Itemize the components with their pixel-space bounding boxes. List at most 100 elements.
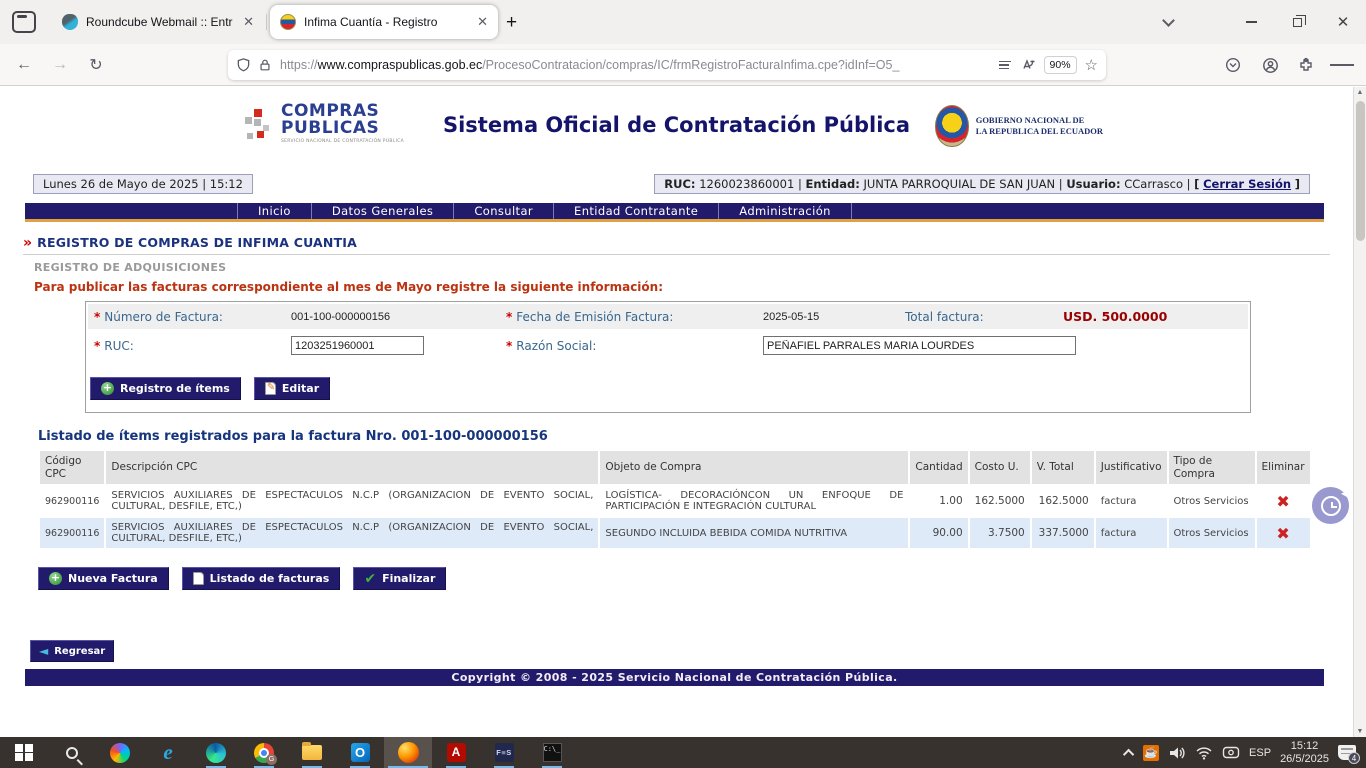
firefox-view-icon[interactable] <box>12 11 36 33</box>
table-row: 962900116 SERVICIOS AUXILIARES DE ESPECT… <box>40 518 1310 548</box>
subsection-title: REGISTRO DE ADQUISICIONES <box>34 261 1353 274</box>
business-name-input[interactable] <box>763 336 1076 355</box>
invoice-list-button[interactable]: Listado de facturas <box>182 567 341 590</box>
vertical-scrollbar[interactable]: ▲ ▼ <box>1353 87 1366 737</box>
back-icon[interactable]: ← <box>12 53 36 77</box>
shield-icon[interactable] <box>236 57 251 73</box>
taskbar-internet-explorer-button[interactable]: e <box>144 737 192 768</box>
col-costo-u: Costo U. <box>970 451 1030 484</box>
tab-infima-cuantia-active[interactable]: Infima Cuantía - Registro ✕ <box>270 5 498 39</box>
translate-icon[interactable] <box>1020 57 1036 73</box>
extensions-icon[interactable] <box>1294 53 1318 77</box>
taskbar-fes-app-button[interactable]: F≡S <box>480 737 528 768</box>
back-arrow-icon: ◄ <box>39 645 48 657</box>
new-invoice-button[interactable]: + Nueva Factura <box>38 567 169 590</box>
edit-pencil-icon <box>265 382 276 395</box>
window-minimize-button[interactable] <box>1228 0 1274 44</box>
taskbar-outlook-button[interactable]: O <box>336 737 384 768</box>
nav-item-datos-generales[interactable]: Datos Generales <box>311 203 453 219</box>
floating-timer-widget[interactable] <box>1312 487 1349 524</box>
window-restore-button[interactable] <box>1274 0 1320 44</box>
delete-item-icon[interactable]: ✖ <box>1262 492 1305 511</box>
firefox-icon <box>398 742 419 763</box>
edit-button[interactable]: Editar <box>254 377 330 400</box>
taskbar-clock[interactable]: 15:12 26/5/2025 <box>1280 740 1329 766</box>
nav-item-consultar[interactable]: Consultar <box>453 203 553 219</box>
window-close-button[interactable]: ✕ <box>1320 0 1366 44</box>
reload-icon[interactable]: ↻ <box>84 53 108 77</box>
total-value: USD. 500.0000 <box>1063 309 1167 324</box>
bookmark-star-icon[interactable]: ☆ <box>1085 56 1098 74</box>
zoom-level-badge[interactable]: 90% <box>1044 56 1077 74</box>
taskbar-terminal-button[interactable]: C:\_ <box>528 737 576 768</box>
document-icon <box>193 572 204 585</box>
notifications-icon[interactable]: 4 <box>1338 745 1356 760</box>
scroll-down-icon[interactable]: ▼ <box>1354 728 1366 735</box>
taskbar-chrome-button[interactable]: G <box>240 737 288 768</box>
register-items-button[interactable]: + Registro de ítems <box>90 377 241 400</box>
taskbar-edge-button[interactable] <box>192 737 240 768</box>
gov-text-line1: GOBIERNO NACIONAL DE <box>976 115 1103 126</box>
col-v-total: V. Total <box>1032 451 1094 484</box>
internet-explorer-icon: e <box>163 740 172 765</box>
taskbar-firefox-button[interactable] <box>384 737 432 768</box>
url-text[interactable]: https://www.compraspublicas.gob.ec/Proce… <box>280 58 999 72</box>
reader-mode-icon[interactable] <box>999 59 1011 72</box>
taskbar-acrobat-button[interactable]: A <box>432 737 480 768</box>
ruc-input[interactable] <box>291 336 424 355</box>
taskbar-search-button[interactable] <box>48 737 96 768</box>
button-label: Listado de facturas <box>210 572 330 585</box>
invoice-number-value: 001-100-000000156 <box>291 311 390 323</box>
tab-title: Roundcube Webmail :: Entrada <box>86 15 233 29</box>
volume-icon[interactable] <box>1168 745 1186 761</box>
start-button[interactable] <box>0 737 48 768</box>
nav-item-administracion[interactable]: Administración <box>718 203 852 219</box>
account-icon[interactable] <box>1258 53 1282 77</box>
cell-codigo: 962900116 <box>40 486 104 516</box>
url-host: www.compraspublicas.gob.ec <box>318 58 483 72</box>
cell-cantidad: 1.00 <box>910 486 967 516</box>
scrollbar-thumb[interactable] <box>1356 101 1365 241</box>
tab-close-icon[interactable]: ✕ <box>243 14 254 30</box>
info-row: Lunes 26 de Mayo de 2025 | 15:12 RUC: 12… <box>33 174 1310 194</box>
back-button[interactable]: ◄ Regresar <box>30 640 114 662</box>
ruc-field-label: RUC: <box>104 339 134 353</box>
entity-value: JUNTA PARROQUIAL DE SAN JUAN <box>863 177 1055 191</box>
col-eliminar: Eliminar <box>1257 451 1310 484</box>
col-tipo-compra: Tipo de Compra <box>1169 451 1255 484</box>
cell-costo: 3.7500 <box>970 518 1030 548</box>
nav-item-inicio[interactable]: Inicio <box>237 203 311 219</box>
section-header: » REGISTRO DE COMPRAS DE INFIMA CUANTIA <box>23 232 1330 255</box>
session-box: RUC: 1260023860001 | Entidad: JUNTA PARR… <box>654 174 1310 194</box>
taskbar-file-explorer-button[interactable] <box>288 737 336 768</box>
new-tab-button[interactable]: + <box>506 12 517 34</box>
tab-roundcube-webmail[interactable]: Roundcube Webmail :: Entrada ✕ <box>52 5 264 39</box>
finish-button[interactable]: ✔ Finalizar <box>353 567 446 590</box>
delete-item-icon[interactable]: ✖ <box>1262 524 1305 543</box>
government-logo: GOBIERNO NACIONAL DE LA REPUBLICA DEL EC… <box>935 105 1103 147</box>
scroll-up-icon[interactable]: ▲ <box>1354 89 1366 96</box>
taskbar-copilot-button[interactable] <box>96 737 144 768</box>
tab-close-icon[interactable]: ✕ <box>477 14 488 30</box>
forward-icon[interactable]: → <box>48 53 72 77</box>
col-cantidad: Cantidad <box>910 451 967 484</box>
terminal-icon: C:\_ <box>543 743 562 762</box>
tab-list-dropdown-button[interactable] <box>1145 0 1191 44</box>
instruction-text: Para publicar las facturas correspondien… <box>34 280 1353 294</box>
invoice-form: *Número de Factura: 001-100-000000156 *F… <box>85 301 1251 413</box>
language-indicator[interactable]: ESP <box>1249 747 1271 759</box>
url-bar[interactable]: https://www.compraspublicas.gob.ec/Proce… <box>228 50 1106 80</box>
cell-objeto: SEGUNDO INCLUIDA BEBIDA COMIDA NUTRITIVA <box>600 518 908 548</box>
pocket-icon[interactable] <box>1221 53 1245 77</box>
wifi-icon[interactable] <box>1195 746 1213 760</box>
cell-codigo: 962900116 <box>40 518 104 548</box>
java-tray-icon[interactable]: ☕ <box>1143 745 1159 761</box>
menu-icon[interactable] <box>1330 53 1354 77</box>
nav-item-entidad-contratante[interactable]: Entidad Contratante <box>553 203 718 219</box>
table-row: 962900116 SERVICIOS AUXILIARES DE ESPECT… <box>40 486 1310 516</box>
meet-now-icon[interactable] <box>1222 745 1240 760</box>
cell-descripcion: SERVICIOS AUXILIARES DE ESPECTACULOS N.C… <box>106 518 598 548</box>
logout-link[interactable]: Cerrar Sesión <box>1203 177 1291 191</box>
tray-expand-icon[interactable] <box>1123 748 1134 759</box>
issue-date-label: Fecha de Emisión Factura: <box>516 310 673 324</box>
